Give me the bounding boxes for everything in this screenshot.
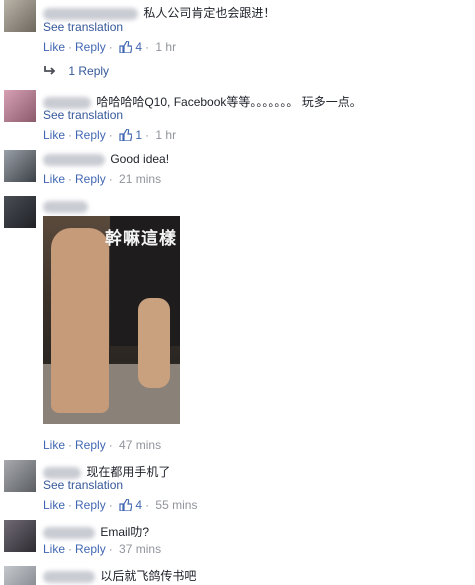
comment-actions: Like · Reply · 4 · 1 hr (43, 40, 177, 54)
blurred-commenter-name[interactable] (43, 7, 138, 20)
like-link[interactable]: Like (43, 438, 65, 452)
comment-text: Good idea! (110, 152, 170, 166)
like-link[interactable]: Like (43, 498, 65, 512)
comment-time[interactable]: 1 hr (155, 128, 176, 142)
comment-actions: Like · Reply · 1 · 1 hr (43, 128, 177, 142)
like-link[interactable]: Like (43, 172, 65, 186)
reply-link[interactable]: Reply (75, 438, 106, 452)
comment-time[interactable]: 37 mins (119, 542, 161, 556)
thumbs-up-icon[interactable] (119, 499, 133, 511)
comment-time[interactable]: 1 hr (155, 40, 176, 54)
like-link[interactable]: Like (43, 542, 65, 556)
commenter-avatar[interactable] (4, 566, 36, 585)
blurred-commenter-name[interactable] (43, 200, 88, 213)
blurred-commenter-name[interactable] (43, 526, 95, 539)
comment-photo[interactable]: 幹嘛這樣 (43, 216, 180, 424)
photo-person-background (138, 298, 170, 388)
commenter-avatar[interactable] (4, 0, 36, 32)
thumbs-up-icon[interactable] (119, 129, 133, 141)
comment-body-row (43, 199, 90, 213)
view-replies-link[interactable]: 1 Reply (43, 64, 109, 78)
thumbs-up-icon[interactable] (119, 41, 133, 53)
commenter-avatar[interactable] (4, 520, 36, 552)
see-translation-link[interactable]: See translation (43, 20, 123, 34)
like-link[interactable]: Like (43, 128, 65, 142)
comment-body-row: Email叻? (43, 523, 149, 540)
reply-link[interactable]: Reply (75, 40, 106, 54)
comment-body-row: 以后就飞鸽传书吧 (43, 567, 196, 584)
like-count[interactable]: 4 (135, 498, 142, 512)
reply-link[interactable]: Reply (75, 172, 106, 186)
comment-time[interactable]: 21 mins (119, 172, 161, 186)
comment-text: 现在都用手机了 (86, 465, 171, 479)
reply-link[interactable]: Reply (75, 128, 106, 142)
blurred-commenter-name[interactable] (43, 153, 105, 166)
comment-text: 私人公司肯定也会跟进！ (143, 6, 276, 20)
comment-time[interactable]: 47 mins (119, 438, 161, 452)
commenter-avatar[interactable] (4, 460, 36, 492)
like-count[interactable]: 4 (135, 40, 142, 54)
reply-link[interactable]: Reply (75, 498, 106, 512)
like-count[interactable]: 1 (135, 128, 142, 142)
comment-text: 以后就飞鸽传书吧 (100, 569, 197, 583)
comment-actions: Like · Reply · 4 · 55 mins (43, 498, 198, 512)
commenter-avatar[interactable] (4, 196, 36, 228)
comment-actions: Like · Reply · 47 mins (43, 438, 162, 452)
comment-body-row: 私人公司肯定也会跟进！ (43, 4, 275, 21)
see-translation-link[interactable]: See translation (43, 478, 123, 492)
see-translation-link[interactable]: See translation (43, 108, 123, 122)
comment-text: Email叻? (100, 525, 150, 539)
blurred-commenter-name[interactable] (43, 570, 95, 583)
comment-actions: Like · Reply · 21 mins (43, 172, 162, 186)
comment-actions: Like · Reply · 37 mins (43, 542, 162, 556)
replies-count-label: 1 Reply (68, 64, 110, 78)
comment-text: 哈哈哈哈Q10, Facebook等等。。。。。。。 玩多一点。 (96, 95, 362, 109)
comment-body-row: Good idea! (43, 152, 169, 166)
commenter-avatar[interactable] (4, 150, 36, 182)
comment-time[interactable]: 55 mins (155, 498, 197, 512)
photo-caption: 幹嘛這樣 (105, 229, 177, 248)
like-link[interactable]: Like (43, 40, 65, 54)
commenter-avatar[interactable] (4, 90, 36, 122)
photo-person-foreground (51, 228, 109, 413)
reply-link[interactable]: Reply (75, 542, 106, 556)
reply-arrow-icon (44, 66, 56, 75)
